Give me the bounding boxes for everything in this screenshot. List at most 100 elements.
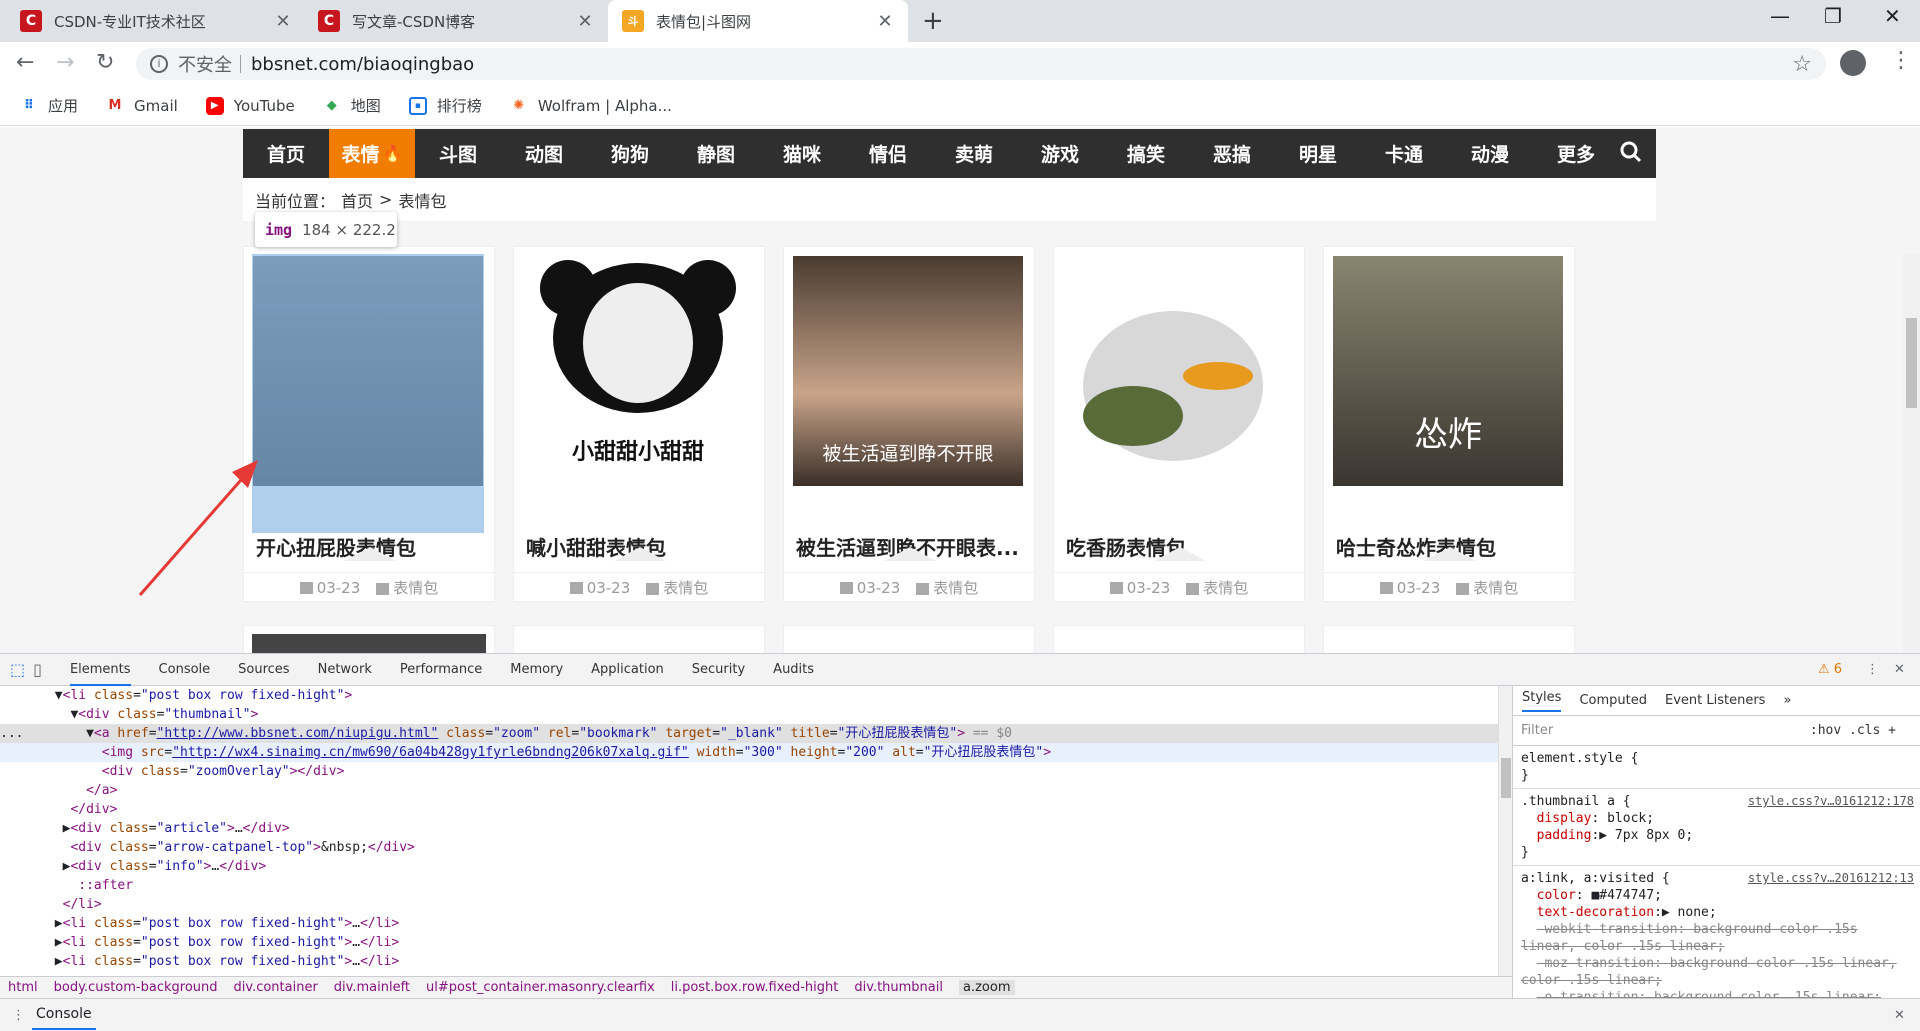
dom-node[interactable]: <div class="arrow-catpanel-top">&nbsp;</…: [0, 838, 1500, 857]
info-icon[interactable]: i: [150, 55, 168, 73]
bookmark-youtube[interactable]: ▶ YouTube: [205, 96, 295, 115]
tab-csdn-blog[interactable]: C 写文章-CSDN博客 ✕: [306, 0, 608, 42]
crumb[interactable]: div.container: [234, 980, 318, 995]
nav-item[interactable]: 搞笑: [1103, 129, 1189, 178]
dom-node[interactable]: ::after: [0, 876, 1500, 895]
more-tabs-icon[interactable]: »: [1783, 693, 1791, 708]
crumb[interactable]: html: [8, 980, 38, 995]
tab-network[interactable]: Network: [318, 654, 372, 686]
css-rule[interactable]: style.css?v…20161212:13 a:link, a:visited…: [1513, 866, 1920, 998]
tab-console[interactable]: Console: [159, 654, 211, 686]
nav-item[interactable]: 卖萌: [931, 129, 1017, 178]
thumbnail-image[interactable]: 怂炸: [1333, 256, 1563, 486]
nav-item[interactable]: 猫咪: [759, 129, 845, 178]
dom-node[interactable]: ▶<li class="post box row fixed-hight">…<…: [0, 933, 1500, 952]
thumbnail-image[interactable]: [1063, 256, 1293, 486]
scrollbar-thumb[interactable]: [1501, 758, 1511, 798]
dom-node[interactable]: ▶<div class="info">…</div>: [0, 857, 1500, 876]
dom-node[interactable]: </div>: [0, 800, 1500, 819]
account-icon[interactable]: [1840, 50, 1866, 76]
dom-node[interactable]: ▶<div class="article">…</div>: [0, 819, 1500, 838]
dom-node[interactable]: ▶<li class="post box row fixed-hight">…<…: [0, 952, 1500, 971]
drawer-close-icon[interactable]: ✕: [1894, 1008, 1905, 1023]
tab-styles[interactable]: Styles: [1522, 690, 1562, 712]
post-card[interactable]: 吃香肠表情包 03-23 表情包: [1053, 246, 1305, 602]
dom-node[interactable]: <div class="zoomOverlay"></div>: [0, 762, 1500, 781]
elements-tree[interactable]: ▼<li class="post box row fixed-hight"> ▼…: [0, 686, 1500, 976]
scrollbar-thumb[interactable]: [1906, 318, 1917, 408]
crumb[interactable]: div.mainleft: [334, 980, 410, 995]
warning-badge[interactable]: ⚠ 6: [1818, 662, 1842, 677]
tab-memory[interactable]: Memory: [510, 654, 563, 686]
crumb[interactable]: div.thumbnail: [854, 980, 943, 995]
post-card[interactable]: 怂炸 哈士奇怂炸表情包 03-23 表情包: [1323, 246, 1575, 602]
post-card[interactable]: 被生活逼到睁不开眼 被生活逼到睁不开眼表... 03-23 表情包: [783, 246, 1035, 602]
back-icon[interactable]: ←: [16, 50, 34, 75]
dom-node-selected[interactable]: ... ▼<a href="http://www.bbsnet.com/niup…: [0, 724, 1500, 743]
nav-item[interactable]: 卡通: [1361, 129, 1447, 178]
thumbnail-image[interactable]: [252, 634, 486, 653]
menu-icon[interactable]: ⋮: [1890, 48, 1912, 73]
close-window-icon[interactable]: ✕: [1884, 4, 1901, 28]
nav-item[interactable]: 游戏: [1017, 129, 1103, 178]
forward-icon[interactable]: →: [56, 50, 74, 75]
crumb[interactable]: ul#post_container.masonry.clearfix: [426, 980, 655, 995]
post-card[interactable]: [513, 625, 765, 653]
thumbnail-image[interactable]: 小甜甜小甜甜: [523, 256, 753, 486]
nav-item[interactable]: 狗狗: [587, 129, 673, 178]
css-source-link[interactable]: style.css?v…0161212:178: [1748, 793, 1914, 810]
nav-item[interactable]: 恶搞: [1189, 129, 1275, 178]
close-icon[interactable]: ✕: [270, 11, 296, 32]
nav-item[interactable]: 更多: [1533, 129, 1619, 178]
crumb[interactable]: body.custom-background: [54, 980, 218, 995]
dom-node[interactable]: </li>: [0, 895, 1500, 914]
category-meta[interactable]: 表情包: [916, 577, 978, 598]
tab-audits[interactable]: Audits: [773, 654, 814, 686]
css-source-link[interactable]: style.css?v…20161212:13: [1748, 870, 1914, 887]
console-drawer-tab[interactable]: Console: [32, 1000, 96, 1030]
drawer-menu-icon[interactable]: ⋮: [12, 1008, 25, 1023]
post-card[interactable]: [783, 625, 1035, 653]
url-text[interactable]: bbsnet.com/biaoqingbao: [251, 54, 474, 75]
nav-item-active[interactable]: 表情 🔥: [329, 129, 415, 178]
dom-node[interactable]: ▶<li class="post box row fixed-hight">…<…: [0, 914, 1500, 933]
nav-item[interactable]: 明星: [1275, 129, 1361, 178]
tab-event-listeners[interactable]: Event Listeners: [1665, 693, 1765, 708]
bookmark-star-icon[interactable]: ☆: [1792, 52, 1812, 77]
search-icon[interactable]: [1620, 141, 1642, 163]
post-card[interactable]: [1323, 625, 1575, 653]
category-meta[interactable]: 表情包: [1456, 577, 1518, 598]
thumbnail-image[interactable]: 被生活逼到睁不开眼: [793, 256, 1023, 486]
category-meta[interactable]: 表情包: [646, 577, 708, 598]
tab-elements[interactable]: Elements: [69, 654, 131, 686]
bookmark-maps[interactable]: ◆ 地图: [323, 95, 381, 116]
css-rule[interactable]: style.css?v…0161212:178 .thumbnail a { di…: [1513, 789, 1920, 866]
category-meta[interactable]: 表情包: [376, 577, 438, 598]
close-icon[interactable]: ✕: [872, 11, 898, 32]
address-bar[interactable]: i 不安全 bbsnet.com/biaoqingbao ☆: [136, 48, 1826, 80]
nav-item[interactable]: 情侣: [845, 129, 931, 178]
category-meta[interactable]: 表情包: [1186, 577, 1248, 598]
tab-sources[interactable]: Sources: [238, 654, 289, 686]
crumb[interactable]: li.post.box.row.fixed-hight: [671, 980, 839, 995]
tab-computed[interactable]: Computed: [1579, 693, 1647, 708]
elements-scrollbar[interactable]: [1498, 686, 1512, 976]
css-rule[interactable]: element.style {}: [1513, 746, 1920, 789]
crumb-current[interactable]: a.zoom: [959, 980, 1015, 995]
devtools-close-icon[interactable]: ✕: [1894, 662, 1905, 677]
filter-controls[interactable]: :hov .cls +: [1810, 723, 1896, 738]
maximize-icon[interactable]: ❐: [1824, 4, 1842, 28]
breadcrumb-home[interactable]: 首页: [341, 188, 373, 212]
post-card[interactable]: [1053, 625, 1305, 653]
styles-filter[interactable]: Filter :hov .cls +: [1513, 716, 1920, 746]
dom-node[interactable]: <img src="http://wx4.sinaimg.cn/mw690/6a…: [0, 743, 1500, 762]
nav-item[interactable]: 静图: [673, 129, 759, 178]
device-toolbar-icon[interactable]: ▯: [33, 660, 42, 679]
minimize-icon[interactable]: —: [1770, 4, 1790, 28]
tab-security[interactable]: Security: [692, 654, 745, 686]
nav-item[interactable]: 动图: [501, 129, 587, 178]
devtools-menu-icon[interactable]: ⋮: [1866, 662, 1879, 677]
bookmark-rank[interactable]: ▪ 排行榜: [408, 95, 482, 116]
dom-node[interactable]: ▼<li class="post box row fixed-hight">: [0, 686, 1500, 705]
bookmark-apps[interactable]: ⠿ 应用: [20, 95, 78, 116]
